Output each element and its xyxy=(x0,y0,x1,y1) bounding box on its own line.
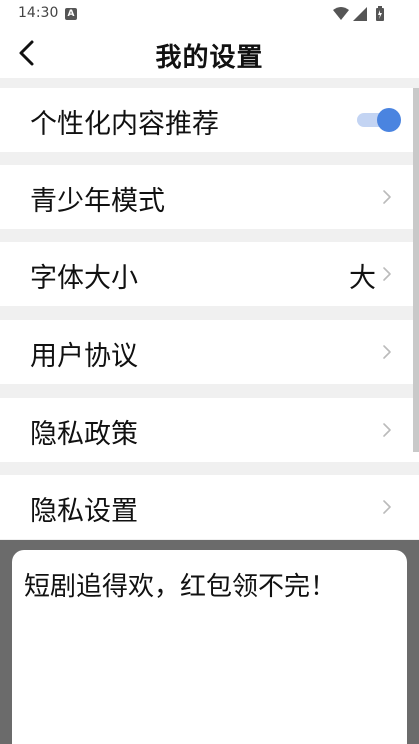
chevron-right-icon xyxy=(383,500,391,514)
setting-label: 用户协议 xyxy=(30,341,138,372)
setting-label: 个性化内容推荐 xyxy=(30,109,219,140)
wifi-icon xyxy=(333,7,349,20)
status-icons xyxy=(331,5,393,23)
promo-text: 短剧追得欢，红包领不完！ xyxy=(24,572,337,602)
status-time: 14:30 xyxy=(18,5,59,21)
promo-dialog[interactable]: 短剧追得欢，红包领不完！ xyxy=(12,550,407,744)
header-bar: 我的设置 xyxy=(0,28,419,78)
toggle-knob xyxy=(377,108,401,132)
font-size-value: 大 xyxy=(349,263,376,294)
setting-label: 隐私政策 xyxy=(30,419,138,450)
setting-label: 字体大小 xyxy=(30,263,138,294)
setting-teen-mode[interactable]: 青少年模式 xyxy=(0,165,419,229)
setting-label: 隐私设置 xyxy=(30,496,138,527)
chevron-right-icon xyxy=(383,423,391,437)
setting-label: 青少年模式 xyxy=(30,186,165,217)
status-bar: 14:30 A xyxy=(0,0,419,28)
setting-font-size[interactable]: 字体大小 大 xyxy=(0,242,419,306)
setting-privacy-settings[interactable]: 隐私设置 xyxy=(0,475,419,539)
chevron-right-icon xyxy=(383,267,391,281)
setting-privacy-policy[interactable]: 隐私政策 xyxy=(0,398,419,462)
notification-badge-icon: A xyxy=(65,8,77,20)
chevron-right-icon xyxy=(383,345,391,359)
battery-icon xyxy=(376,6,384,21)
scrollbar[interactable] xyxy=(413,88,419,452)
chevron-right-icon xyxy=(383,190,391,204)
signal-icon xyxy=(353,7,367,21)
personalized-recommendation-toggle[interactable] xyxy=(357,108,401,132)
setting-personalized-recommendation[interactable]: 个性化内容推荐 xyxy=(0,88,419,152)
setting-user-agreement[interactable]: 用户协议 xyxy=(0,320,419,384)
page-title: 我的设置 xyxy=(155,43,264,73)
